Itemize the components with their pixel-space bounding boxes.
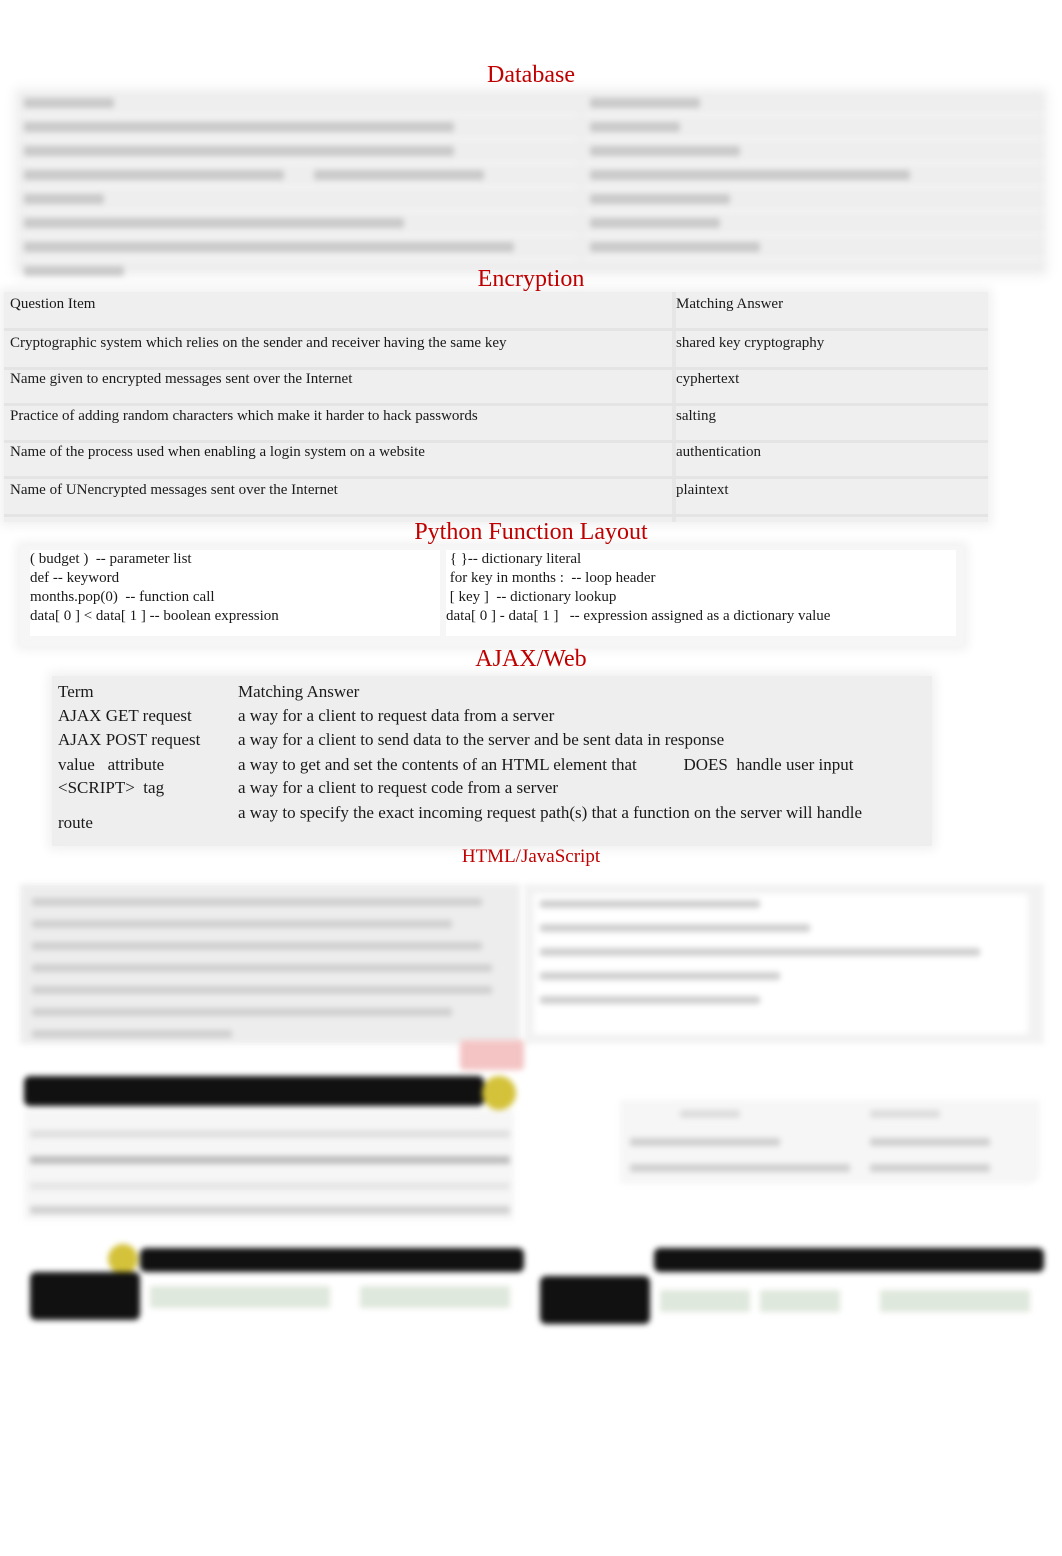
question-cell: Name given to encrypted messages sent ov…	[10, 371, 353, 387]
question-cell: Cryptographic system which relies on the…	[10, 335, 507, 351]
cell-obscured	[450, 1286, 510, 1308]
tools-heading-obscured	[460, 1040, 524, 1070]
table-row: Name of the process used when enabling a…	[4, 440, 988, 479]
database-table-obscured	[18, 92, 1044, 284]
python-term: months.pop(0) -- function call	[30, 589, 215, 605]
html-js-code-obscured	[524, 884, 1044, 1044]
encryption-table: Question Item Matching Answer Cryptograp…	[4, 292, 988, 522]
answer-cell: authentication	[676, 444, 761, 460]
cell-obscured	[360, 1286, 450, 1308]
database-question-column	[18, 92, 578, 284]
toolbar-obscured	[140, 1248, 524, 1272]
cell-obscured	[970, 1290, 1030, 1312]
answer-header: Matching Answer	[676, 296, 784, 312]
cell-obscured	[660, 1290, 750, 1312]
ajax-table: Term Matching Answer AJAX GET request a …	[52, 676, 932, 846]
answer-cell: a way to specify the exact incoming requ…	[238, 803, 863, 822]
answer-cell: a way to get and set the contents of an …	[238, 755, 854, 774]
term-cell: AJAX GET request	[58, 706, 192, 725]
table-row: Name given to encrypted messages sent ov…	[4, 367, 988, 406]
answer-header: Matching Answer	[238, 682, 360, 701]
question-cell: Name of UNencrypted messages sent over t…	[10, 482, 338, 498]
term-cell: value attribute	[58, 755, 165, 774]
table-row: Name of UNencrypted messages sent over t…	[4, 478, 988, 517]
term-cell: <SCRIPT> tag	[58, 778, 165, 797]
cell-obscured	[880, 1290, 970, 1312]
html-js-heading: HTML/JavaScript	[461, 846, 601, 867]
question-cell: Practice of adding random characters whi…	[10, 408, 478, 424]
encryption-heading: Encryption	[477, 266, 585, 292]
python-term: data[ 0 ] < data[ 1 ] -- boolean express…	[30, 608, 279, 624]
ajax-heading: AJAX/Web	[475, 646, 587, 672]
term-header: Term	[58, 682, 94, 701]
tools-side-table-obscured	[620, 1100, 1040, 1184]
dark-block-obscured	[540, 1276, 650, 1324]
table-header-row: Question Item Matching Answer	[4, 292, 988, 331]
python-term: ( budget ) -- parameter list	[30, 551, 192, 567]
table-row: Practice of adding random characters whi…	[4, 404, 988, 443]
html-js-question-obscured	[20, 884, 520, 1044]
answer-cell: plaintext	[676, 482, 729, 498]
toolbar-obscured	[24, 1076, 484, 1106]
tools-table-obscured	[24, 1110, 514, 1220]
yellow-badge-icon	[108, 1244, 138, 1274]
answer-cell: cyphertext	[676, 371, 740, 387]
python-right-list: { }-- dictionary literal for key in mont…	[446, 550, 956, 636]
cell-obscured	[240, 1286, 330, 1308]
python-term: [ key ] -- dictionary lookup	[446, 589, 617, 605]
cell-obscured	[760, 1290, 840, 1312]
dark-block-obscured	[30, 1272, 140, 1320]
python-left-list: ( budget ) -- parameter list def -- keyw…	[30, 550, 440, 636]
python-term: def -- keyword	[30, 570, 120, 586]
database-heading: Database	[487, 62, 575, 88]
answer-cell: salting	[676, 408, 716, 424]
python-heading: Python Function Layout	[414, 519, 648, 545]
answer-cell: a way for a client to send data to the s…	[238, 730, 725, 749]
table-row: Cryptographic system which relies on the…	[4, 331, 988, 370]
database-answer-column	[584, 92, 1044, 260]
toolbar-obscured	[654, 1248, 1044, 1272]
cell-obscured	[150, 1286, 240, 1308]
term-cell: route	[58, 813, 93, 832]
term-cell: AJAX POST request	[58, 730, 201, 749]
answer-cell: a way for a client to request code from …	[238, 778, 559, 797]
python-term: { }-- dictionary literal	[446, 551, 582, 567]
python-term: for key in months : -- loop header	[446, 570, 656, 586]
answer-cell: a way for a client to request data from …	[238, 706, 555, 725]
answer-cell: shared key cryptography	[676, 335, 825, 351]
question-header: Question Item	[10, 296, 96, 312]
yellow-badge-icon	[482, 1076, 516, 1110]
python-layout-box: ( budget ) -- parameter list def -- keyw…	[20, 546, 964, 646]
python-term: data[ 0 ] - data[ 1 ] -- expression assi…	[446, 608, 831, 624]
question-cell: Name of the process used when enabling a…	[10, 444, 425, 460]
